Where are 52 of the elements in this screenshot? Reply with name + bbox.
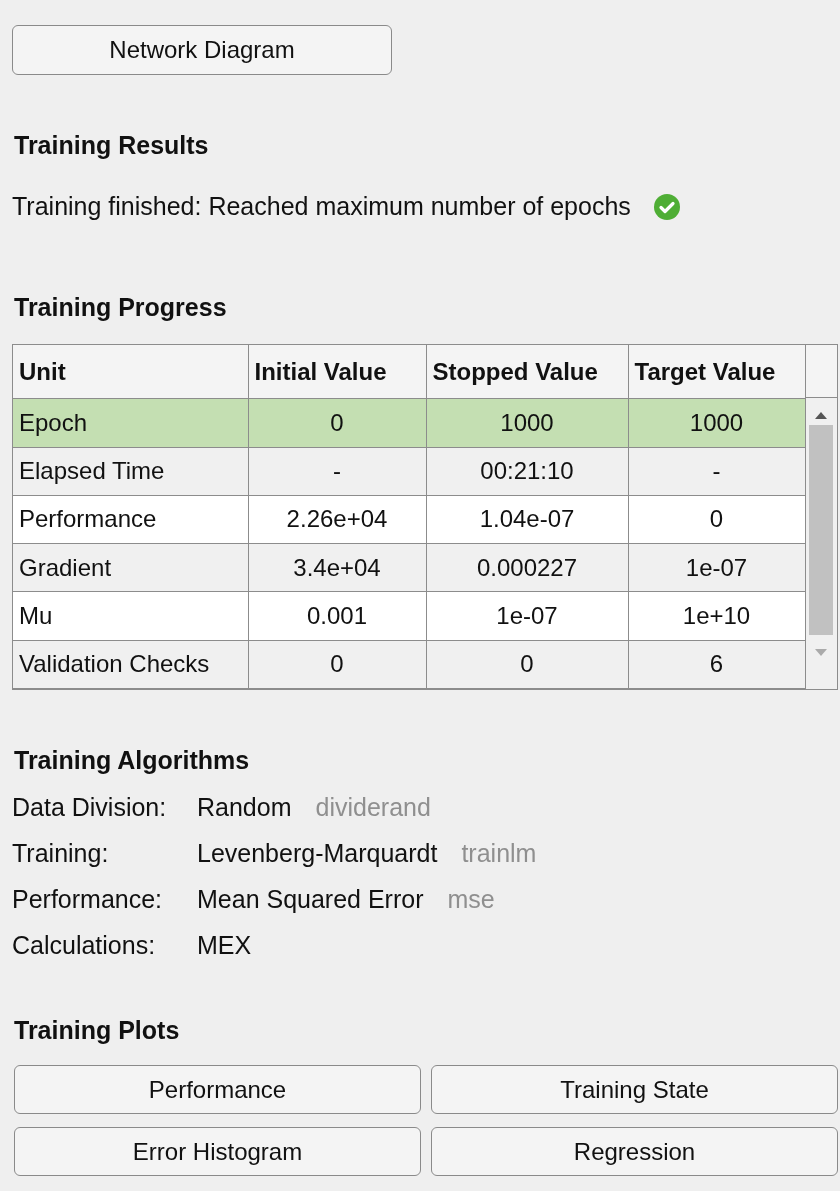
table-cell: 2.26e+04: [248, 495, 426, 544]
table-cell: 1.04e-07: [426, 495, 628, 544]
table-cell: 0: [248, 640, 426, 689]
table-cell: -: [628, 447, 805, 496]
plot-button[interactable]: Error Histogram: [14, 1127, 421, 1176]
table-cell: 00:21:10: [426, 447, 628, 496]
algorithm-label: Data Division:: [12, 793, 168, 822]
table-cell: Validation Checks: [13, 640, 248, 689]
table-cell: 0.000227: [426, 543, 628, 592]
algorithm-value: Mean Squared Error: [197, 885, 424, 914]
table-cell: 0: [426, 640, 628, 689]
table-cell: Epoch: [13, 398, 248, 448]
table-cell: -: [248, 447, 426, 496]
status-text: Training finished: Reached maximum number of epochs: [12, 192, 631, 221]
table-cell: 0: [248, 398, 426, 448]
function-name: dividerand: [315, 793, 431, 822]
plot-button[interactable]: Performance: [14, 1065, 421, 1114]
algorithm-value: Levenberg-Marquardt: [197, 839, 438, 868]
column-header: Stopped Value: [426, 345, 628, 399]
algorithm-label: Training:: [12, 839, 110, 868]
scroll-thumb[interactable]: [809, 425, 834, 635]
table-cell: 1000: [426, 398, 628, 448]
scroll-down-icon[interactable]: [815, 649, 828, 656]
scroll-up-icon[interactable]: [815, 412, 828, 419]
section-heading: Training Results: [13, 131, 210, 160]
column-header: Unit: [13, 345, 248, 399]
function-name: trainlm: [461, 839, 537, 868]
table-cell: Elapsed Time: [13, 447, 248, 496]
plot-button[interactable]: Training State: [431, 1065, 838, 1114]
table-cell: 1e-07: [628, 543, 805, 592]
algorithm-label: Calculations:: [12, 931, 157, 960]
table-cell: 3.4e+04: [248, 543, 426, 592]
function-name: mse: [447, 885, 495, 914]
algorithm-value: MEX: [197, 931, 252, 960]
network-diagram-button[interactable]: Network Diagram: [12, 25, 392, 75]
table-cell: 6: [628, 640, 805, 689]
section-heading: Training Plots: [13, 1016, 181, 1045]
table-cell: 1000: [628, 398, 805, 448]
column-header: Target Value: [628, 345, 805, 399]
table-cell: Gradient: [13, 543, 248, 592]
table-cell: 1e+10: [628, 591, 805, 641]
column-header: Initial Value: [248, 345, 426, 399]
algorithm-value: Random: [197, 793, 292, 822]
table-cell: 0.001: [248, 591, 426, 641]
section-heading: Training Progress: [13, 293, 228, 322]
table-cell: 1e-07: [426, 591, 628, 641]
plot-button[interactable]: Regression: [431, 1127, 838, 1176]
table-cell: Performance: [13, 495, 248, 544]
section-heading: Training Algorithms: [13, 746, 251, 775]
table-cell: Mu: [13, 591, 248, 641]
table-cell: 0: [628, 495, 805, 544]
algorithm-label: Performance:: [12, 885, 164, 914]
